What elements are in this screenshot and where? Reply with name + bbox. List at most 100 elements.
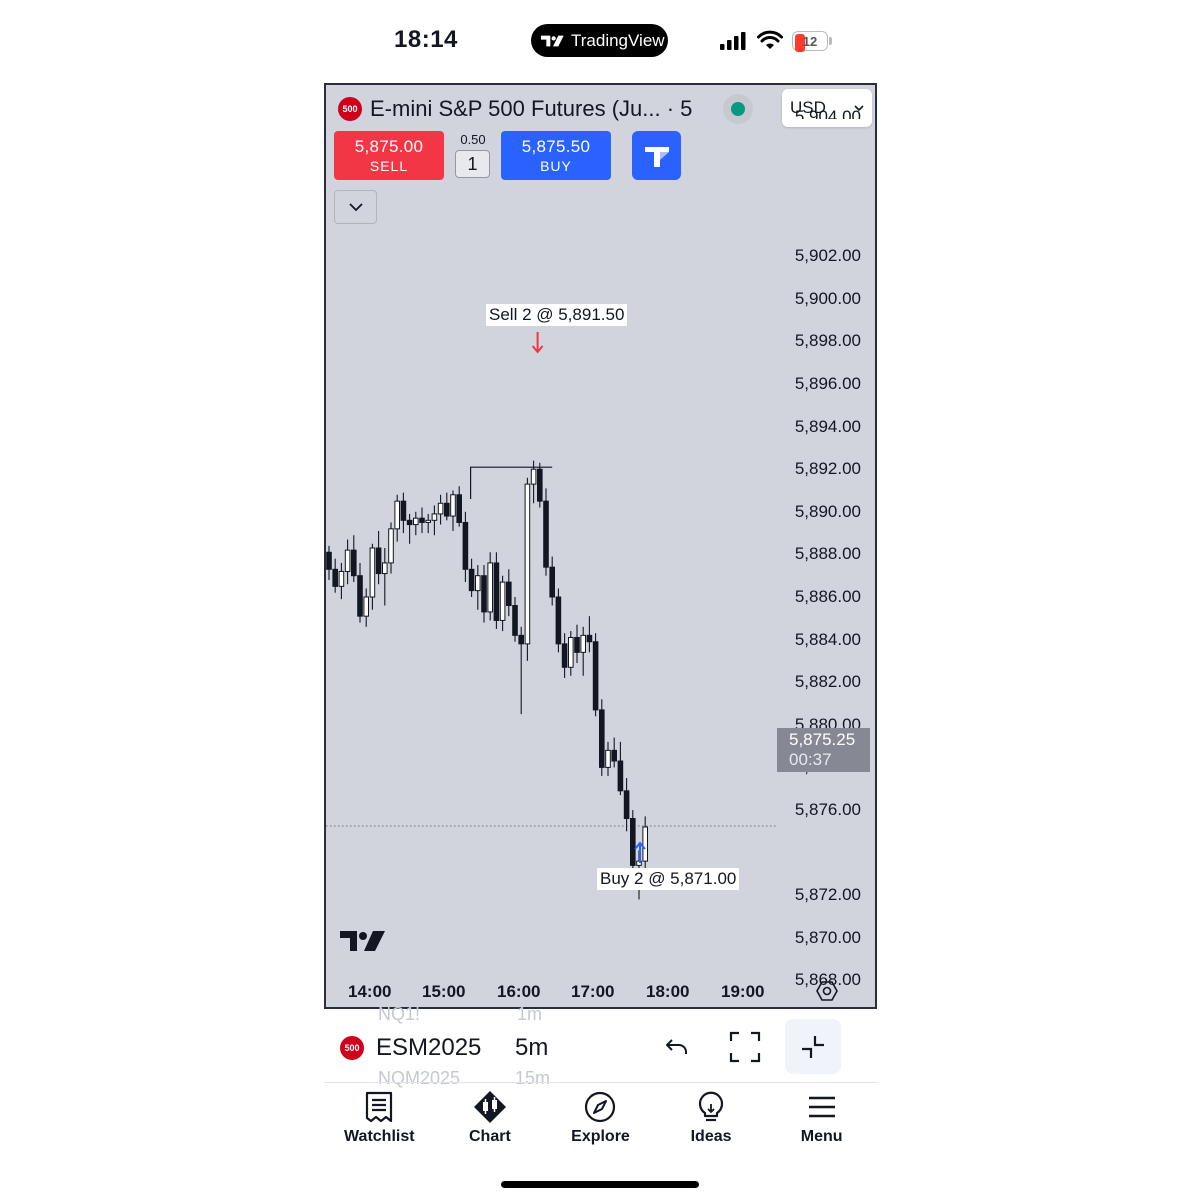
- sell-price: 5,875.00: [354, 137, 424, 156]
- tab-label: Ideas: [690, 1128, 732, 1145]
- candle-down: [586, 634, 593, 643]
- price-axis-label: 5,904.00: [794, 107, 861, 119]
- candle-down: [444, 502, 450, 517]
- price-axis-label: 5,896.00: [794, 374, 861, 393]
- symbol-selector[interactable]: 500 ESM2025: [340, 1034, 481, 1062]
- candle-down: [468, 568, 475, 592]
- candle-down: [400, 500, 407, 521]
- candle-up: [475, 575, 481, 592]
- price-axis-label: 5,888.00: [794, 544, 861, 564]
- symbol-title[interactable]: E-mini S&P 500 Futures (Ju... · 5: [370, 96, 692, 122]
- minimize-icon: [802, 1035, 824, 1058]
- price-axis-label: 5,894.00: [794, 416, 861, 436]
- symbol-logo-badge: 500: [338, 97, 362, 121]
- chart-icon: [473, 1091, 506, 1123]
- candle-up: [450, 494, 456, 517]
- tab-explore[interactable]: Explore: [545, 1090, 656, 1160]
- candle-up: [363, 596, 370, 617]
- price-axis-label: 5,884.00: [794, 629, 861, 649]
- tab-menu[interactable]: Menu: [766, 1090, 877, 1160]
- candle-up: [524, 483, 531, 645]
- chart-settings-icon[interactable]: [816, 980, 838, 1002]
- toolbar-divider: [324, 1082, 877, 1083]
- lightbulb-icon: [698, 1091, 724, 1122]
- chart-area[interactable]: 500 E-mini S&P 500 Futures (Ju... · 5 US…: [324, 83, 877, 1009]
- symbol-header[interactable]: 500 E-mini S&P 500 Futures (Ju... · 5: [338, 96, 692, 122]
- time-axis-label: 17:00: [571, 982, 615, 1001]
- exit-fullscreen-button[interactable]: [785, 1019, 841, 1074]
- last-price-label: 5,875.25 00:37: [777, 728, 870, 772]
- candle-down: [332, 568, 338, 587]
- buy-label: BUY: [540, 158, 572, 174]
- tradingview-watermark-icon: [340, 931, 385, 951]
- ghost-interval-above: 1m: [517, 1004, 543, 1024]
- quantity-field[interactable]: 1: [455, 150, 490, 178]
- candle-down: [549, 566, 555, 598]
- candle-up: [425, 519, 432, 523]
- candle-down: [351, 549, 357, 577]
- sell-execution-label: Sell 2 @ 5,891.50: [486, 304, 628, 326]
- battery-indicator: 12: [792, 31, 828, 52]
- price-axis-label: 5,890.00: [794, 501, 861, 521]
- ghost-interval-below: 15m: [515, 1068, 551, 1088]
- candle-up: [388, 528, 394, 564]
- buy-execution-label: Buy 2 @ 5,871.00: [597, 868, 740, 890]
- price-axis-label: 5,882.00: [794, 672, 861, 692]
- candle-up: [487, 562, 493, 613]
- candle-down: [357, 575, 363, 617]
- time-axis-label: 15:00: [422, 982, 466, 1001]
- candle-down: [406, 519, 413, 526]
- candle-up: [530, 468, 537, 485]
- candle-down: [543, 500, 549, 568]
- spread-value: 0.50: [460, 132, 486, 147]
- ghost-symbol-below: NQM2025: [378, 1068, 461, 1088]
- app-pill[interactable]: TradingView: [531, 24, 668, 57]
- app-pill-label: TradingView: [571, 30, 665, 50]
- sell-label: SELL: [369, 158, 409, 174]
- tab-ideas[interactable]: Ideas: [656, 1090, 767, 1160]
- sell-button[interactable]: 5,875.00 SELL: [334, 131, 444, 180]
- candle-down: [537, 468, 543, 502]
- broker-panel-button[interactable]: [632, 131, 681, 180]
- symbol-code: ESM2025: [376, 1034, 482, 1061]
- last-price-value: 5,875.25: [789, 730, 856, 749]
- market-open-dot-icon: [731, 102, 745, 116]
- buy-price: 5,875.50: [521, 137, 591, 156]
- symbol-logo-badge: 500: [340, 1036, 364, 1060]
- home-indicator: [501, 1181, 699, 1188]
- candle-down: [561, 643, 568, 668]
- tab-chart[interactable]: Chart: [435, 1090, 546, 1160]
- collapse-toolbar-button[interactable]: [334, 190, 377, 224]
- candle-up: [413, 517, 419, 526]
- buy-button[interactable]: 5,875.50 BUY: [501, 131, 611, 180]
- interval-selector[interactable]: 5m: [515, 1034, 548, 1062]
- candle-down: [518, 634, 524, 645]
- candle-up: [382, 562, 388, 575]
- bar-countdown: 00:37: [789, 750, 832, 769]
- compass-icon: [585, 1091, 616, 1123]
- tradingview-logo-icon: [541, 35, 564, 46]
- time-axis-label: 16:00: [497, 982, 541, 1001]
- undo-icon[interactable]: [664, 1034, 690, 1060]
- market-status-indicator[interactable]: [723, 94, 753, 124]
- fullscreen-icon[interactable]: [729, 1031, 761, 1063]
- candle-down: [512, 605, 518, 636]
- candle-down: [630, 818, 636, 866]
- price-axis-label: 5,876.00: [794, 800, 861, 819]
- wifi-icon: [757, 30, 783, 49]
- candle-down: [555, 596, 562, 645]
- candle-down: [419, 517, 425, 523]
- chevron-down-icon: [348, 203, 363, 212]
- candle-down: [456, 494, 462, 523]
- candle-down: [574, 636, 580, 653]
- tab-watchlist[interactable]: Watchlist: [324, 1090, 435, 1160]
- time-axis-label: 19:00: [721, 982, 765, 1001]
- price-axis-label: 5,900.00: [794, 288, 861, 308]
- candle-up: [338, 570, 345, 587]
- bottom-tab-bar: Watchlist Chart Explore Ideas Menu: [324, 1090, 877, 1160]
- price-axis-label: 5,886.00: [794, 587, 861, 606]
- sell-arrow-icon: [531, 332, 544, 354]
- candle-up: [369, 547, 376, 598]
- candle-down: [462, 521, 469, 570]
- candle-up: [568, 636, 574, 668]
